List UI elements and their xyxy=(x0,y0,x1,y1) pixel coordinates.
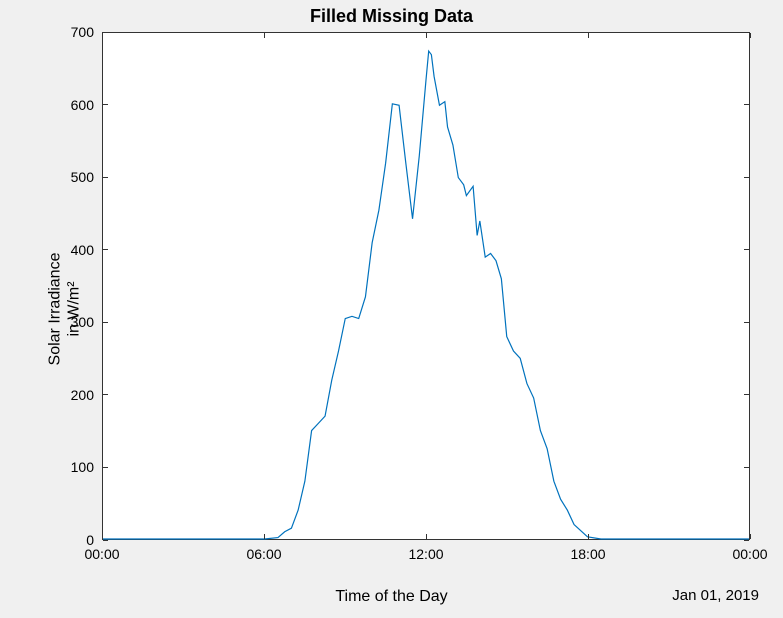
irradiance-line xyxy=(103,51,749,539)
y-tick xyxy=(744,249,749,250)
x-tick xyxy=(264,534,265,539)
line-series xyxy=(103,33,749,539)
y-tick xyxy=(103,394,108,395)
x-tick xyxy=(426,534,427,539)
plot-axes xyxy=(102,32,750,540)
y-tick xyxy=(744,104,749,105)
x-tick xyxy=(588,33,589,38)
y-tick-label: 400 xyxy=(44,242,94,258)
figure: Filled Missing Data Solar Irradiance in … xyxy=(0,0,783,618)
x-tick-label: 00:00 xyxy=(84,546,119,562)
y-tick-label: 700 xyxy=(44,24,94,40)
x-tick xyxy=(102,33,103,38)
y-tick xyxy=(103,467,108,468)
y-tick-label: 300 xyxy=(44,314,94,330)
x-tick xyxy=(102,534,103,539)
y-tick xyxy=(744,394,749,395)
y-tick-label: 200 xyxy=(44,387,94,403)
x-tick xyxy=(264,33,265,38)
x-tick-label: 18:00 xyxy=(570,546,605,562)
y-tick xyxy=(103,177,108,178)
y-tick-label: 600 xyxy=(44,97,94,113)
y-tick xyxy=(744,540,749,541)
y-tick xyxy=(103,249,108,250)
y-tick xyxy=(744,322,749,323)
y-tick xyxy=(744,467,749,468)
y-tick-label: 500 xyxy=(44,169,94,185)
y-tick xyxy=(103,322,108,323)
y-tick xyxy=(103,104,108,105)
x-tick xyxy=(750,534,751,539)
y-tick-label: 100 xyxy=(44,459,94,475)
x-axis-label: Time of the Day xyxy=(0,588,783,606)
y-tick xyxy=(103,32,108,33)
y-axis-label-text: Solar Irradiance in W/m² xyxy=(46,253,82,366)
x-tick-label: 00:00 xyxy=(732,546,767,562)
x-tick-label: 12:00 xyxy=(408,546,443,562)
x-tick xyxy=(750,33,751,38)
x-tick-label: 06:00 xyxy=(246,546,281,562)
y-tick xyxy=(744,177,749,178)
chart-title: Filled Missing Data xyxy=(0,6,783,27)
y-tick xyxy=(103,540,108,541)
x-tick xyxy=(426,33,427,38)
date-annotation: Jan 01, 2019 xyxy=(672,587,759,604)
y-axis-label: Solar Irradiance in W/m² xyxy=(45,253,83,366)
y-tick xyxy=(744,32,749,33)
x-tick xyxy=(588,534,589,539)
